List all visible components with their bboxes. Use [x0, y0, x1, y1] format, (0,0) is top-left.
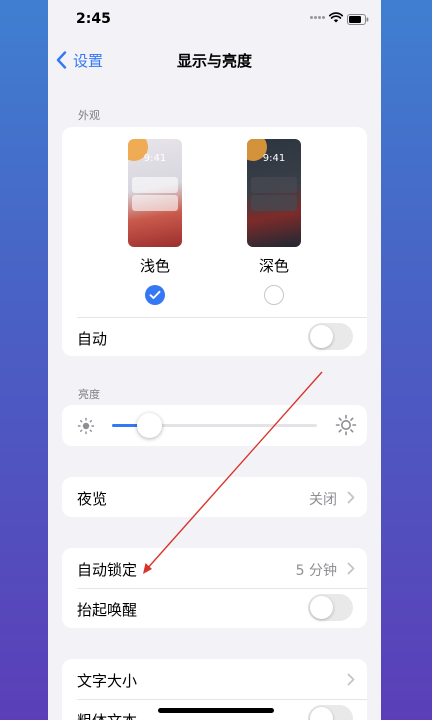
lock-card: 自动锁定 5 分钟 抬起唤醒 — [62, 548, 367, 628]
text-size-row[interactable]: 文字大小 — [62, 659, 367, 699]
light-mode-option[interactable]: 9:41 浅色 — [115, 139, 195, 305]
wifi-icon — [329, 12, 343, 23]
brightness-card — [62, 405, 367, 446]
night-shift-value: 关闭 — [309, 492, 337, 508]
sun-large-icon — [335, 414, 357, 436]
chevron-right-icon — [347, 491, 355, 504]
raise-to-wake-toggle[interactable] — [308, 594, 353, 621]
auto-appearance-row: 自动 — [62, 317, 367, 356]
bold-text-toggle[interactable] — [308, 705, 353, 720]
bold-text-label: 粗体文本 — [77, 710, 137, 720]
auto-appearance-toggle[interactable] — [308, 323, 353, 350]
dark-mode-preview: 9:41 — [247, 139, 301, 247]
brightness-section-label: 亮度 — [78, 388, 100, 401]
auto-lock-label: 自动锁定 — [77, 561, 138, 579]
status-bar: 2:45 — [48, 0, 381, 40]
appearance-section-label: 外观 — [78, 109, 100, 122]
night-shift-label: 夜览 — [77, 490, 108, 508]
navigation-bar: 设置 显示与亮度 — [48, 40, 381, 80]
auto-lock-row[interactable]: 自动锁定 5 分钟 — [62, 548, 367, 588]
text-size-label: 文字大小 — [77, 672, 138, 690]
chevron-right-icon — [347, 562, 355, 575]
settings-screen: 2:45 设置 显示与亮度 外观 9:41 浅色 9:41 深色 自动 亮度 夜… — [48, 0, 381, 720]
auto-lock-value: 5 分钟 — [295, 563, 337, 579]
raise-to-wake-label: 抬起唤醒 — [77, 601, 138, 619]
sun-small-icon — [77, 417, 95, 435]
dark-mode-label: 深色 — [258, 257, 289, 275]
status-time: 2:45 — [76, 11, 111, 27]
light-mode-label: 浅色 — [139, 257, 170, 275]
battery-icon — [347, 14, 369, 25]
light-mode-preview: 9:41 — [128, 139, 182, 247]
night-shift-card: 夜览 关闭 — [62, 477, 367, 517]
checkmark-icon — [149, 290, 161, 299]
night-shift-row[interactable]: 夜览 关闭 — [62, 477, 367, 517]
page-title: 显示与亮度 — [176, 52, 252, 70]
raise-to-wake-row: 抬起唤醒 — [62, 588, 367, 628]
auto-appearance-label: 自动 — [77, 330, 108, 348]
dark-mode-option[interactable]: 9:41 深色 — [234, 139, 314, 305]
dark-mode-radio[interactable] — [264, 285, 284, 305]
appearance-card: 9:41 浅色 9:41 深色 自动 — [62, 127, 367, 356]
signal-dots-icon — [310, 16, 326, 22]
brightness-slider-thumb[interactable] — [136, 413, 162, 438]
light-mode-radio[interactable] — [145, 285, 165, 305]
home-indicator — [158, 708, 274, 713]
chevron-right-icon — [347, 673, 355, 686]
